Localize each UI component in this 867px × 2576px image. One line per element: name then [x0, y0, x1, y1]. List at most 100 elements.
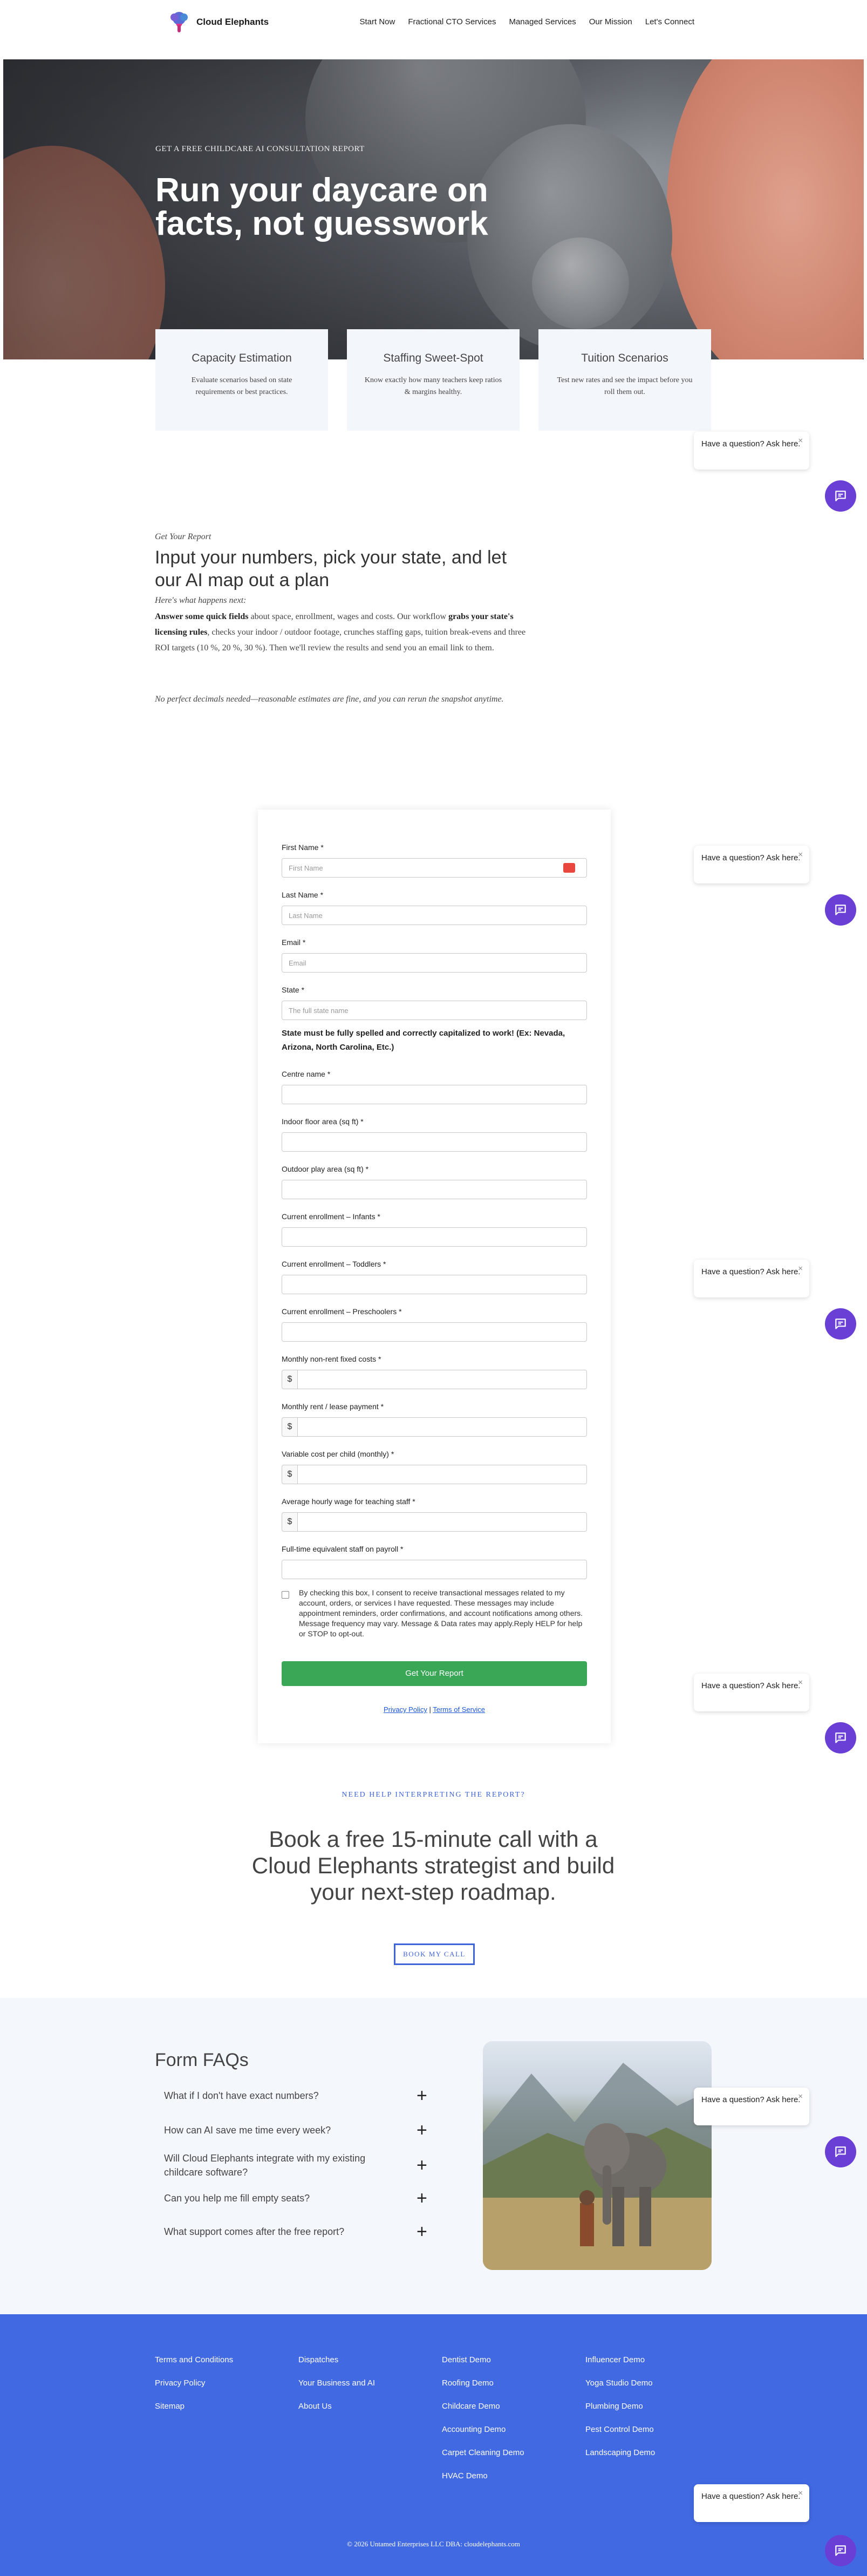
first-name-input[interactable]: First Name [282, 858, 587, 878]
plus-icon[interactable]: + [417, 2189, 427, 2207]
chat-prompt-bubble[interactable]: Have a question? Ask here. × [694, 2484, 809, 2522]
card-title: Tuition Scenarios [581, 352, 668, 364]
fixed-costs-input[interactable] [298, 1370, 587, 1389]
chat-launcher-button[interactable] [825, 1722, 856, 1753]
book-call-button[interactable]: BOOK MY CALL [394, 1943, 475, 1965]
report-form: First Name * First Name Last Name * Last… [258, 810, 611, 1743]
privacy-policy-link[interactable]: Privacy Policy [384, 1705, 427, 1714]
feature-card-tuition: Tuition Scenarios Test new rates and see… [538, 329, 711, 431]
faq-title: Form FAQs [155, 2050, 249, 2070]
chat-icon [835, 905, 846, 915]
footer-link[interactable]: Dentist Demo [442, 2355, 524, 2364]
faq-item[interactable]: What if I don't have exact numbers? [164, 2089, 434, 2103]
chat-prompt-bubble[interactable]: Have a question? Ask here. × [694, 1260, 809, 1297]
fte-input[interactable] [282, 1560, 587, 1579]
nav-our-mission[interactable]: Our Mission [589, 17, 632, 26]
close-icon[interactable]: × [798, 1678, 803, 1687]
chat-launcher-button[interactable] [825, 2136, 856, 2167]
plus-icon[interactable]: + [417, 2086, 427, 2105]
footer-link[interactable]: Roofing Demo [442, 2378, 524, 2388]
faq-item[interactable]: Can you help me fill empty seats? [164, 2191, 434, 2205]
centre-name-input[interactable] [282, 1085, 587, 1104]
footer-link[interactable]: Landscaping Demo [585, 2448, 655, 2457]
indoor-area-label: Indoor floor area (sq ft) * [282, 1117, 364, 1126]
wage-input[interactable] [298, 1512, 587, 1532]
state-note: State must be fully spelled and correctl… [282, 1029, 565, 1052]
footer-link[interactable]: Accounting Demo [442, 2425, 524, 2434]
footer-link[interactable]: Terms and Conditions [155, 2355, 233, 2364]
footer-link[interactable]: Privacy Policy [155, 2378, 233, 2388]
faq-item[interactable]: How can AI save me time every week? [164, 2123, 434, 2137]
chat-prompt-text: Have a question? Ask here. [701, 2492, 801, 2501]
email-label: Email * [282, 938, 306, 947]
infants-input[interactable] [282, 1227, 587, 1247]
consent-text: By checking this box, I consent to recei… [299, 1588, 583, 1638]
footer-link[interactable]: Influencer Demo [585, 2355, 655, 2364]
close-icon[interactable]: × [798, 1264, 803, 1273]
footer-link[interactable]: Carpet Cleaning Demo [442, 2448, 524, 2457]
footer-link[interactable]: Childcare Demo [442, 2402, 524, 2411]
brand-name: Cloud Elephants [196, 17, 269, 27]
chat-prompt-bubble[interactable]: Have a question? Ask here. × [694, 846, 809, 883]
intro-body-mid: about space, enrollment, wages and costs… [248, 612, 449, 621]
variable-cost-input[interactable] [298, 1465, 587, 1484]
chat-icon [835, 1318, 846, 1329]
footer-column-demos-1: Dentist Demo Roofing Demo Childcare Demo… [442, 2355, 524, 2495]
outdoor-area-input[interactable] [282, 1180, 587, 1199]
chat-prompt-bubble[interactable]: Have a question? Ask here. × [694, 432, 809, 470]
rent-input[interactable] [298, 1417, 587, 1437]
footer-link[interactable]: Sitemap [155, 2402, 233, 2411]
nav-start-now[interactable]: Start Now [360, 17, 395, 26]
last-name-input[interactable]: Last Name [282, 906, 587, 925]
close-icon[interactable]: × [798, 2092, 803, 2101]
toddlers-input[interactable] [282, 1275, 587, 1294]
brand-logo[interactable]: Cloud Elephants [168, 10, 269, 35]
preschoolers-input[interactable] [282, 1322, 587, 1342]
plus-icon[interactable]: + [417, 2222, 427, 2241]
form-legal-links: Privacy Policy | Terms of Service [383, 1705, 486, 1714]
footer-link[interactable]: Pest Control Demo [585, 2425, 655, 2434]
get-report-button[interactable]: Get Your Report [282, 1661, 587, 1686]
consent-checkbox[interactable] [282, 1591, 289, 1599]
intro-note: No perfect decimals needed—reasonable es… [155, 695, 504, 704]
close-icon[interactable]: × [798, 850, 803, 859]
close-icon[interactable]: × [798, 436, 803, 445]
chat-icon [835, 2545, 846, 2556]
footer-link[interactable]: Dispatches [298, 2355, 375, 2364]
chat-launcher-button[interactable] [825, 1308, 856, 1340]
plus-icon[interactable]: + [417, 2156, 427, 2174]
variable-cost-label: Variable cost per child (monthly) * [282, 1450, 394, 1458]
chat-prompt-text: Have a question? Ask here. [701, 1267, 801, 1276]
plus-icon[interactable]: + [417, 2121, 427, 2139]
card-title: Capacity Estimation [192, 352, 292, 364]
rent-label: Monthly rent / lease payment * [282, 1402, 384, 1411]
preschoolers-label: Current enrollment – Preschoolers * [282, 1307, 402, 1316]
faq-item[interactable]: Will Cloud Elephants integrate with my e… [164, 2151, 401, 2179]
chat-prompt-bubble[interactable]: Have a question? Ask here. × [694, 1674, 809, 1711]
faq-item[interactable]: What support comes after the free report… [164, 2225, 434, 2239]
chat-prompt-text: Have a question? Ask here. [701, 853, 801, 862]
indoor-area-input[interactable] [282, 1132, 587, 1152]
chat-prompt-bubble[interactable]: Have a question? Ask here. × [694, 2088, 809, 2125]
chat-prompt-text: Have a question? Ask here. [701, 439, 801, 448]
footer-link[interactable]: HVAC Demo [442, 2471, 524, 2480]
footer-link[interactable]: About Us [298, 2402, 375, 2411]
footer-link[interactable]: Your Business and AI [298, 2378, 375, 2388]
autofill-icon[interactable] [563, 863, 575, 873]
close-icon[interactable]: × [798, 2489, 803, 2498]
email-input[interactable]: Email [282, 953, 587, 973]
chat-launcher-button[interactable] [825, 894, 856, 926]
nav-managed-services[interactable]: Managed Services [509, 17, 576, 26]
footer-link[interactable]: Yoga Studio Demo [585, 2378, 655, 2388]
state-input[interactable]: The full state name [282, 1001, 587, 1020]
nav-lets-connect[interactable]: Let's Connect [645, 17, 694, 26]
chat-prompt-text: Have a question? Ask here. [701, 1681, 801, 1690]
footer-link[interactable]: Plumbing Demo [585, 2402, 655, 2411]
chat-launcher-button[interactable] [825, 2535, 856, 2566]
fte-label: Full-time equivalent staff on payroll * [282, 1545, 404, 1553]
chat-launcher-button[interactable] [825, 480, 856, 512]
cta-title: Book a free 15-minute call with a Cloud … [251, 1826, 615, 1905]
nav-fractional-cto[interactable]: Fractional CTO Services [408, 17, 496, 26]
terms-link[interactable]: Terms of Service [433, 1705, 485, 1714]
intro-eyebrow: Get Your Report [155, 532, 211, 541]
